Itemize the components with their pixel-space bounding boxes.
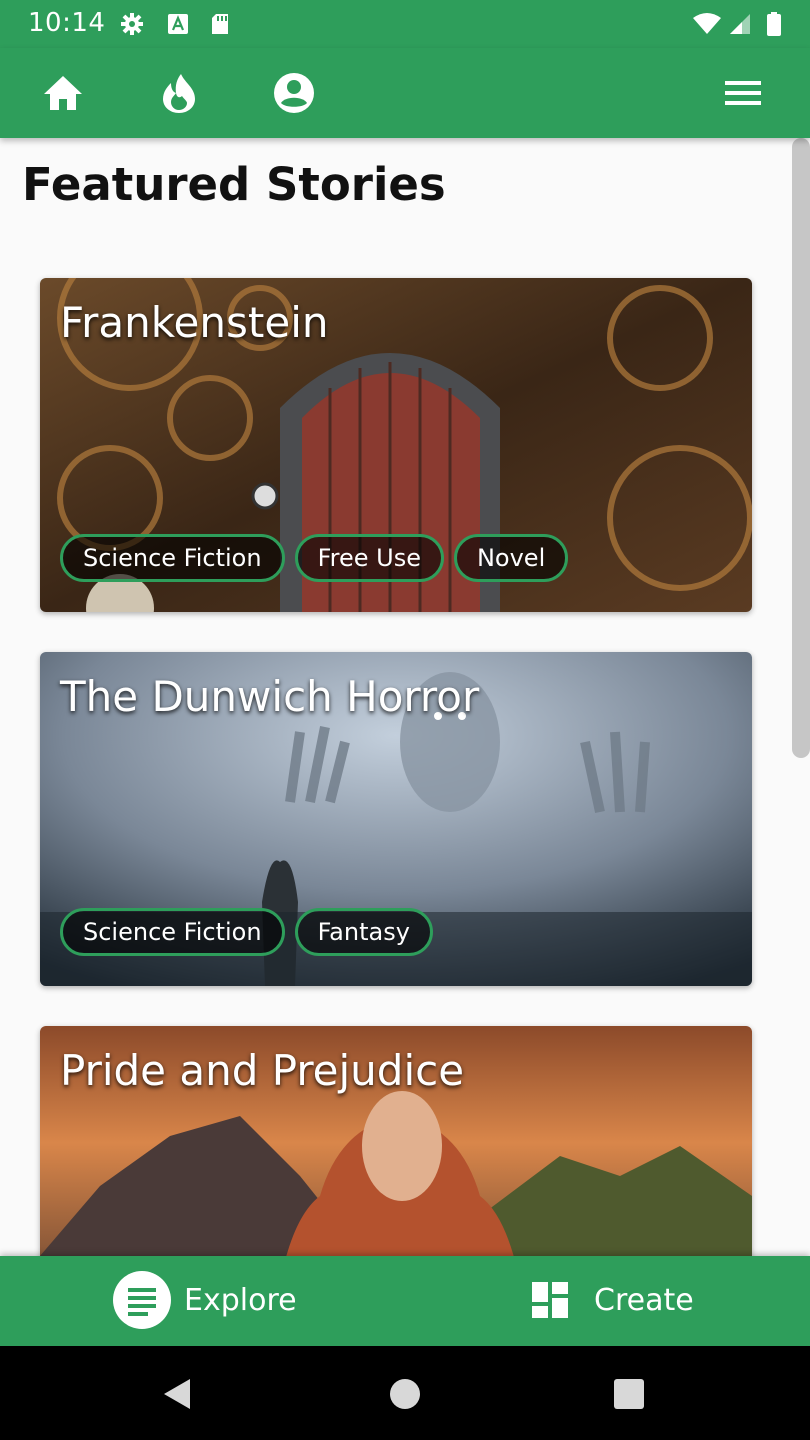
scrollbar[interactable] (792, 138, 810, 758)
app-bar (0, 48, 810, 138)
story-title: The Dunwich Horror (60, 672, 480, 721)
status-bar: 10:14 (0, 0, 810, 48)
create-tab[interactable]: Create (530, 1270, 694, 1330)
tag-chip[interactable]: Novel (453, 534, 569, 582)
battery-icon (767, 12, 781, 36)
bottom-navigation: Explore Create (0, 1256, 810, 1346)
a-box-icon (168, 14, 188, 34)
account-icon[interactable] (271, 70, 317, 116)
tag-chip[interactable]: Free Use (294, 534, 444, 582)
recents-icon[interactable] (611, 1376, 647, 1412)
story-title: Frankenstein (60, 298, 329, 347)
sd-card-icon (212, 14, 228, 34)
create-label: Create (594, 1282, 694, 1318)
dashboard-grid-icon (532, 1282, 568, 1318)
tag-list: Science Fiction Fantasy (60, 908, 433, 956)
back-icon[interactable] (160, 1376, 196, 1412)
page-title: Featured Stories (22, 158, 446, 211)
story-card[interactable]: The Dunwich Horror Science Fiction Fanta… (40, 652, 752, 986)
home-icon[interactable] (40, 70, 86, 116)
home-circle-icon[interactable] (387, 1376, 423, 1412)
status-time: 10:14 (28, 8, 106, 38)
tag-chip[interactable]: Science Fiction (60, 908, 285, 956)
explore-tab[interactable]: Explore (112, 1270, 297, 1330)
tag-chip[interactable]: Fantasy (294, 908, 433, 956)
gear-icon (121, 13, 143, 35)
explore-label: Explore (184, 1282, 297, 1318)
wifi-icon (693, 13, 721, 34)
system-navigation-bar (0, 1346, 810, 1440)
story-title: Pride and Prejudice (60, 1046, 465, 1095)
flame-icon[interactable] (156, 70, 202, 116)
signal-icon (730, 14, 750, 34)
explore-list-icon (113, 1271, 171, 1329)
hamburger-menu-icon[interactable] (720, 70, 766, 116)
tag-chip[interactable]: Science Fiction (60, 534, 285, 582)
featured-stories-list[interactable]: Featured Stories Frankenstein Science Fi… (0, 138, 810, 1256)
story-card[interactable]: Frankenstein Science Fiction Free Use No… (40, 278, 752, 612)
story-card[interactable]: Pride and Prejudice (40, 1026, 752, 1256)
tag-list: Science Fiction Free Use Novel (60, 534, 569, 582)
